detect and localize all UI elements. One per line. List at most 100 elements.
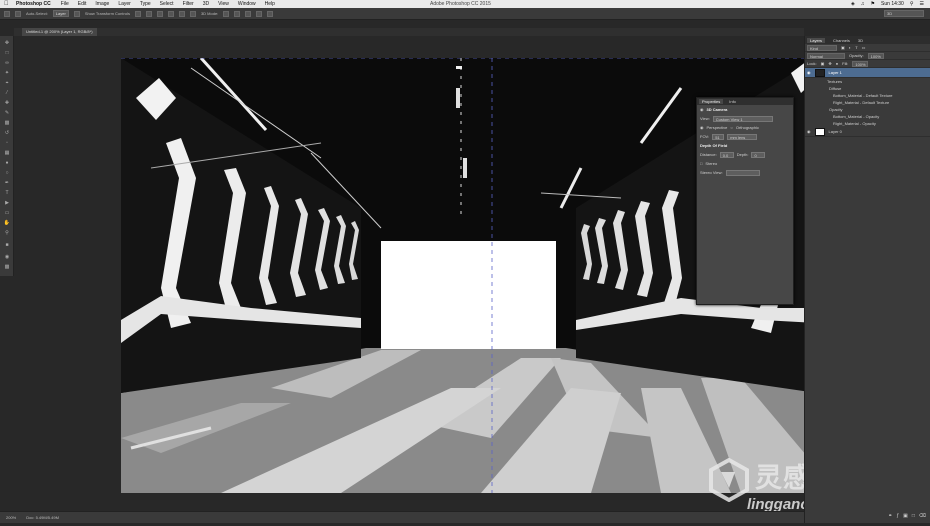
kind-filter-dropdown[interactable]: Kind (807, 44, 837, 51)
quick-select-tool-icon[interactable]: ✦ (3, 70, 11, 77)
app-menu[interactable]: Photoshop CC (16, 1, 51, 7)
auto-select-dropdown[interactable]: Layer (52, 10, 69, 17)
menu-type[interactable]: Type (140, 1, 151, 7)
layer-row-layer1[interactable]: ◉ Layer 1 (805, 68, 930, 78)
volume-icon[interactable]: ♫ (861, 1, 865, 7)
blur-tool-icon[interactable]: ● (3, 160, 11, 167)
filter-adjust-icon[interactable]: ◐ (849, 45, 851, 50)
document-tab[interactable]: Untitled-1 @ 200% (Layer 1, RGB/8*) (22, 28, 97, 36)
screen-mode-icon[interactable]: ▩ (3, 264, 11, 271)
menu-image[interactable]: Image (95, 1, 109, 7)
menu-list-icon[interactable]: ☰ (920, 1, 924, 7)
align-top-icon[interactable] (134, 10, 141, 17)
filter-shape-icon[interactable]: ▭ (862, 45, 866, 50)
opacity-input[interactable]: 100% (867, 52, 884, 59)
textures-group[interactable]: Textures (805, 78, 930, 85)
scale-icon[interactable] (267, 10, 274, 17)
filter-pixel-icon[interactable]: ▣ (841, 45, 845, 50)
tab-channels[interactable]: Channels (833, 38, 850, 43)
fov-unit-dropdown[interactable]: mm lens (727, 133, 758, 140)
history-brush-tool-icon[interactable]: ↺ (3, 130, 11, 137)
visibility-eye-icon[interactable]: ◉ (807, 70, 811, 75)
layer-row-layer0[interactable]: ◉ Layer 0 (805, 127, 930, 137)
fov-input[interactable]: 51 (712, 133, 725, 140)
align-center-icon[interactable] (178, 10, 185, 17)
dodge-tool-icon[interactable]: ○ (3, 170, 11, 177)
doc-info[interactable]: Doc: 5.49M/5.49M (26, 515, 59, 520)
menu-layer[interactable]: Layer (118, 1, 131, 7)
align-bottom-icon[interactable] (156, 10, 163, 17)
diffuse-group[interactable]: Diffuse (805, 85, 930, 92)
flag-icon[interactable]: ⚑ (871, 1, 875, 7)
gradient-tool-icon[interactable]: ▦ (3, 150, 11, 157)
auto-select-checkbox[interactable] (15, 10, 21, 17)
filter-type-icon[interactable]: T (855, 45, 857, 50)
link-icon[interactable]: ⚭ (888, 513, 892, 519)
fill-input[interactable]: 100% (852, 60, 869, 67)
tab-layers[interactable]: Layers (807, 37, 826, 43)
menu-help[interactable]: Help (265, 1, 275, 7)
pen-tool-icon[interactable]: ✒ (3, 180, 11, 187)
menu-3d[interactable]: 3D (203, 1, 209, 7)
apple-icon[interactable]:  (4, 1, 10, 7)
tab-3d[interactable]: 3D (858, 38, 863, 43)
wifi-icon[interactable]: ◈ (851, 1, 855, 7)
lock-all-icon[interactable]: ● (836, 61, 838, 66)
eraser-tool-icon[interactable]: ▫ (3, 140, 11, 147)
path-select-tool-icon[interactable]: ▶ (3, 200, 11, 207)
menu-window[interactable]: Window (238, 1, 256, 7)
color-swatches-icon[interactable]: ■ (3, 242, 11, 249)
marquee-tool-icon[interactable]: □ (3, 50, 11, 57)
zoom-level[interactable]: 200% (6, 515, 16, 520)
healing-tool-icon[interactable]: ✚ (3, 100, 11, 107)
trash-icon[interactable]: ⌫ (919, 513, 926, 519)
align-left-icon[interactable] (167, 10, 174, 17)
menu-filter[interactable]: Filter (183, 1, 194, 7)
orthographic-radio[interactable]: ○ (730, 125, 732, 130)
new-layer-icon[interactable]: □ (912, 513, 915, 519)
align-right-icon[interactable] (189, 10, 196, 17)
move-tool-icon[interactable] (4, 10, 10, 17)
tab-info[interactable]: Info (729, 99, 736, 104)
perspective-radio[interactable]: ◉ (700, 125, 704, 130)
texture-item[interactable]: Right_Material - Opacity (805, 120, 930, 127)
tab-properties[interactable]: Properties (699, 99, 724, 104)
menu-view[interactable]: View (218, 1, 229, 7)
properties-panel[interactable]: Properties Info ◉ 3D Camera View: Custom… (696, 97, 794, 305)
crop-tool-icon[interactable]: ⌖ (3, 80, 11, 87)
zoom-tool-icon[interactable]: ⚲ (3, 230, 11, 237)
distance-input[interactable]: 0.0 (719, 151, 734, 158)
stamp-tool-icon[interactable]: ▩ (3, 120, 11, 127)
pan-icon[interactable] (245, 10, 252, 17)
layer-name[interactable]: Layer 0 (829, 129, 842, 134)
view-dropdown[interactable]: Custom View 1 (712, 115, 773, 122)
move-tool-icon[interactable]: ✥ (3, 40, 11, 47)
align-middle-icon[interactable] (145, 10, 152, 17)
stereo-checkbox[interactable]: □ (700, 161, 702, 166)
brush-tool-icon[interactable]: ✎ (3, 110, 11, 117)
menu-file[interactable]: File (61, 1, 69, 7)
mask-icon[interactable]: ▣ (903, 513, 908, 519)
lock-pixels-icon[interactable]: ▣ (821, 61, 825, 66)
layer-name[interactable]: Layer 1 (829, 70, 842, 75)
blend-mode-dropdown[interactable]: Normal (807, 52, 845, 59)
texture-item[interactable]: Bottom_Material - Default Texture (805, 92, 930, 99)
lasso-tool-icon[interactable]: ∞ (3, 60, 11, 67)
workspace-switcher[interactable]: 3D (884, 10, 924, 17)
opacity-group[interactable]: Opacity (805, 106, 930, 113)
shape-tool-icon[interactable]: ▭ (3, 210, 11, 217)
show-transform-checkbox[interactable] (73, 10, 80, 17)
slide-icon[interactable] (256, 10, 263, 17)
search-icon[interactable]: ⚲ (910, 1, 914, 7)
quick-mask-icon[interactable]: ◉ (3, 254, 11, 261)
type-tool-icon[interactable]: T (3, 190, 11, 197)
eyedropper-tool-icon[interactable]: ⁄ (3, 90, 11, 97)
texture-item[interactable]: Right_Material - Default Texture (805, 99, 930, 106)
menu-select[interactable]: Select (160, 1, 174, 7)
fx-icon[interactable]: ƒ (896, 513, 899, 519)
hand-tool-icon[interactable]: ✋ (3, 220, 11, 227)
texture-item[interactable]: Bottom_Material - Opacity (805, 113, 930, 120)
clock[interactable]: Sun 14:30 (881, 1, 904, 7)
menu-edit[interactable]: Edit (78, 1, 87, 7)
stereo-view-dropdown[interactable] (725, 169, 760, 176)
